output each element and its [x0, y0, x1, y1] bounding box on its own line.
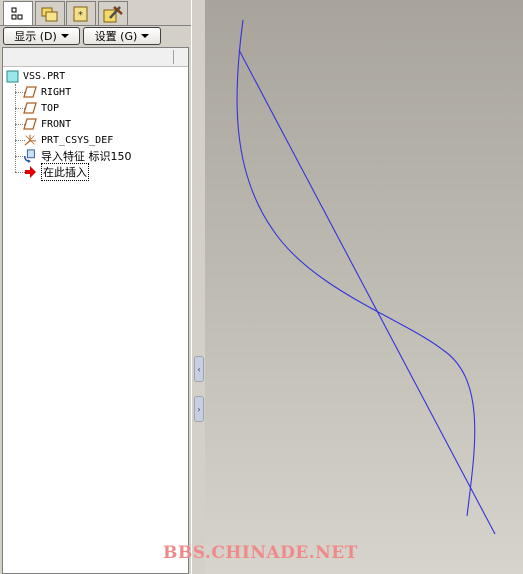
connections-tab[interactable]: [98, 1, 128, 25]
tree-item-import-feature[interactable]: 导入特征 标识150: [23, 148, 132, 164]
datum-plane-icon: [23, 101, 37, 115]
folder-icon: [41, 7, 58, 21]
chevron-down-icon: [141, 34, 150, 38]
tree-item-label: TOP: [41, 102, 60, 114]
folder-browser-tab[interactable]: [35, 1, 65, 25]
tree-item-front[interactable]: FRONT: [23, 116, 71, 132]
datum-plane-icon: [23, 117, 37, 131]
graphics-window[interactable]: [205, 0, 523, 574]
part-icon: [5, 69, 19, 83]
model-tree-tab[interactable]: [3, 1, 33, 26]
favorites-tab[interactable]: *: [66, 1, 96, 25]
tree-item-label: 在此插入: [41, 163, 89, 181]
svg-text:*: *: [78, 10, 83, 21]
tree-item-label: PRT_CSYS_DEF: [41, 134, 114, 146]
curve-geometry: [236, 19, 496, 535]
straight-line-curve: [238, 49, 496, 535]
chevron-down-icon: [60, 34, 69, 38]
display-dropdown[interactable]: 显示 (D): [3, 27, 80, 45]
settings-dropdown-label: 设置 (G): [94, 30, 138, 43]
tree-item-label: FRONT: [41, 118, 72, 130]
favorites-icon: *: [73, 6, 88, 21]
panel-splitter[interactable]: ‹ ›: [191, 0, 206, 574]
tree-toolbar: 显示 (D) 设置 (G): [0, 26, 193, 48]
tree-root-node[interactable]: VSS.PRT: [5, 68, 65, 84]
import-feature-icon: [23, 149, 37, 163]
navigator-tab-bar: *: [0, 0, 193, 26]
watermark: BBS.CHINADE.NET: [163, 543, 358, 563]
tree-item-csys[interactable]: PRT_CSYS_DEF: [23, 132, 113, 148]
spline-curve: [236, 19, 476, 517]
model-tree-panel: * 显示 (D) 设置 (G) VSS.PRT RIGHT TOP FRONT …: [0, 0, 193, 574]
tree-column-header: [3, 48, 188, 67]
tools-icon: [103, 5, 123, 22]
tree-item-label: RIGHT: [41, 86, 72, 98]
tree-root-label: VSS.PRT: [23, 70, 66, 82]
expand-right-icon[interactable]: ›: [194, 396, 204, 422]
datum-plane-icon: [23, 85, 37, 99]
tree-icon: [11, 7, 23, 20]
display-dropdown-label: 显示 (D): [14, 30, 57, 43]
coordinate-system-icon: [23, 133, 37, 147]
tree-item-right[interactable]: RIGHT: [23, 84, 71, 100]
settings-dropdown[interactable]: 设置 (G): [83, 27, 161, 45]
collapse-left-icon[interactable]: ‹: [194, 356, 204, 382]
tree-item-insert-here[interactable]: 在此插入: [23, 163, 89, 181]
model-tree: VSS.PRT RIGHT TOP FRONT PRT_CSYS_DEF 导入特…: [2, 47, 189, 574]
tree-item-top[interactable]: TOP: [23, 100, 59, 116]
insert-here-arrow-icon: [23, 165, 37, 179]
tree-item-label: 导入特征 标识150: [41, 150, 132, 163]
